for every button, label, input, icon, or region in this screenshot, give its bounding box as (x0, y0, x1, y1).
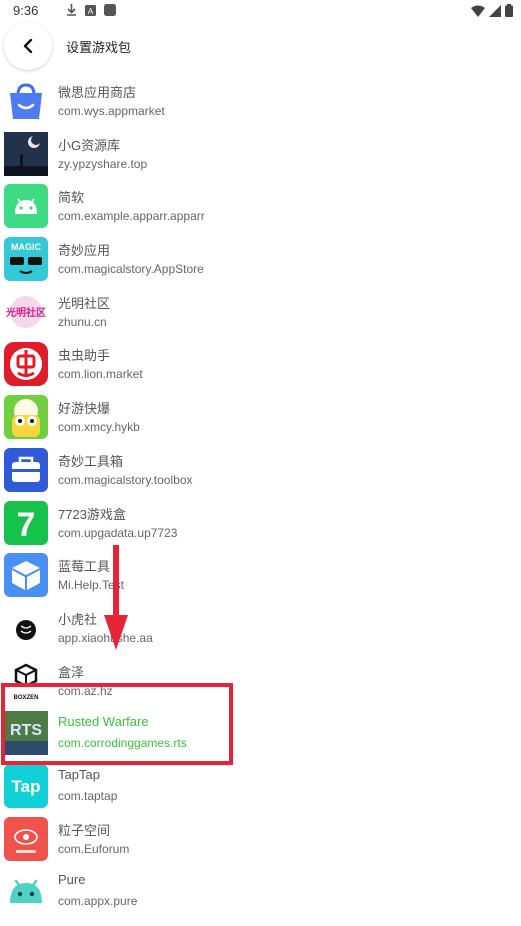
pure-android-icon (4, 869, 48, 914)
back-button[interactable] (4, 22, 52, 70)
app-row[interactable]: 奇妙工具箱 com.magicalstory.toolbox (0, 443, 521, 496)
magic-face-icon: MAGIC (4, 237, 48, 282)
page-title: 设置游戏包 (66, 40, 132, 55)
app-name: TapTap (58, 766, 100, 782)
app-row[interactable]: 微思应用商店 com.wys.appmarket (0, 74, 521, 127)
app-name: 光明社区 (58, 295, 111, 311)
status-bar: 9:36 A (0, 0, 521, 22)
app-row[interactable]: 简软 com.example.apparr.apparr (0, 179, 521, 232)
app-package: com.Euforum (58, 841, 130, 856)
magic-text: MAGIC (11, 242, 41, 252)
app-row[interactable]: 7 7723游戏盒 com.upgadata.up7723 (0, 496, 521, 549)
night-sky-icon (4, 131, 48, 176)
app-package: com.xmcy.hykb (58, 420, 140, 435)
app-package: com.magicalstory.AppStore (58, 262, 204, 277)
guangming-logo-icon: 光明社区 (4, 289, 48, 334)
guangming-text: 光明社区 (5, 306, 46, 319)
app-bar: 设置游戏包 (0, 22, 521, 70)
app-notification-icon (104, 4, 116, 16)
seven-logo-icon: 7 (4, 500, 48, 545)
taptap-logo-icon: Tap (4, 763, 48, 808)
tap-text: Tap (12, 777, 41, 796)
app-row[interactable]: 虫虫助手 com.lion.market (0, 337, 521, 390)
battery-icon (505, 4, 513, 17)
app-name: 粒子空间 (58, 822, 111, 838)
app-package: com.appx.pure (58, 894, 138, 909)
wifi-icon (471, 5, 485, 17)
app-row[interactable]: Pure com.appx.pure (0, 864, 521, 917)
haoyou-mascot-icon (4, 395, 48, 440)
app-name: 好游快爆 (58, 401, 111, 417)
app-name: 微思应用商店 (58, 85, 137, 100)
annotation-arrow (104, 545, 128, 650)
app-list: 微思应用商店 com.wys.appmarket 小G资源库 zy.ypzysh… (0, 74, 521, 917)
app-row[interactable]: 蓝莓工具 Mi.Help.Test (0, 548, 521, 601)
status-time: 9:36 (13, 3, 39, 18)
cube-icon (4, 553, 48, 598)
app-row[interactable]: 光明社区 光明社区 zhunu.cn (0, 285, 521, 338)
app-package: com.example.apparr.apparr (58, 209, 205, 224)
app-package: com.lion.market (58, 367, 143, 382)
app-row[interactable]: MAGIC 奇妙应用 com.magicalstory.AppStore (0, 232, 521, 285)
app-row[interactable]: 小G资源库 zy.ypzyshare.top (0, 127, 521, 180)
app-name: 简软 (58, 190, 85, 206)
app-name: 小G资源库 (58, 137, 121, 153)
android-icon (4, 184, 48, 229)
app-name: 小虎社 (58, 611, 98, 627)
signal-icon (489, 4, 501, 17)
app-name: 7723游戏盒 (58, 506, 126, 522)
back-arrow-icon (23, 39, 33, 53)
seven-text: 7 (17, 506, 36, 544)
annotation-highlight-box (1, 683, 233, 765)
app-row[interactable]: 好游快爆 com.xmcy.hykb (0, 390, 521, 443)
app-package: com.taptap (58, 788, 118, 803)
particle-logo-icon (4, 816, 48, 861)
shopping-bag-icon (4, 79, 48, 123)
tiger-logo-icon (4, 605, 48, 650)
app-name: 蓝莓工具 (58, 559, 111, 575)
app-name: 奇妙工具箱 (58, 453, 124, 469)
app-name: 虫虫助手 (58, 348, 111, 364)
app-package: zy.ypzyshare.top (58, 156, 148, 171)
app-row[interactable]: 小虎社 app.xiaohushe.aa (0, 601, 521, 654)
svg-text:A: A (88, 7, 94, 16)
download-icon (67, 4, 76, 16)
app-name: 盒泽 (58, 664, 85, 680)
toolbox-icon (4, 447, 48, 492)
app-package: zhunu.cn (58, 314, 107, 329)
app-package: com.magicalstory.toolbox (58, 472, 193, 487)
chongchong-logo-icon (4, 342, 48, 387)
app-name: Pure (58, 872, 86, 888)
app-row[interactable]: Tap TapTap com.taptap (0, 759, 521, 812)
notification-a-icon: A (85, 4, 96, 16)
app-name: 奇妙应用 (58, 243, 111, 259)
app-row[interactable]: 粒子空间 com.Euforum (0, 812, 521, 865)
app-package: com.upgadata.up7723 (58, 525, 178, 540)
app-package: com.wys.appmarket (58, 104, 165, 118)
